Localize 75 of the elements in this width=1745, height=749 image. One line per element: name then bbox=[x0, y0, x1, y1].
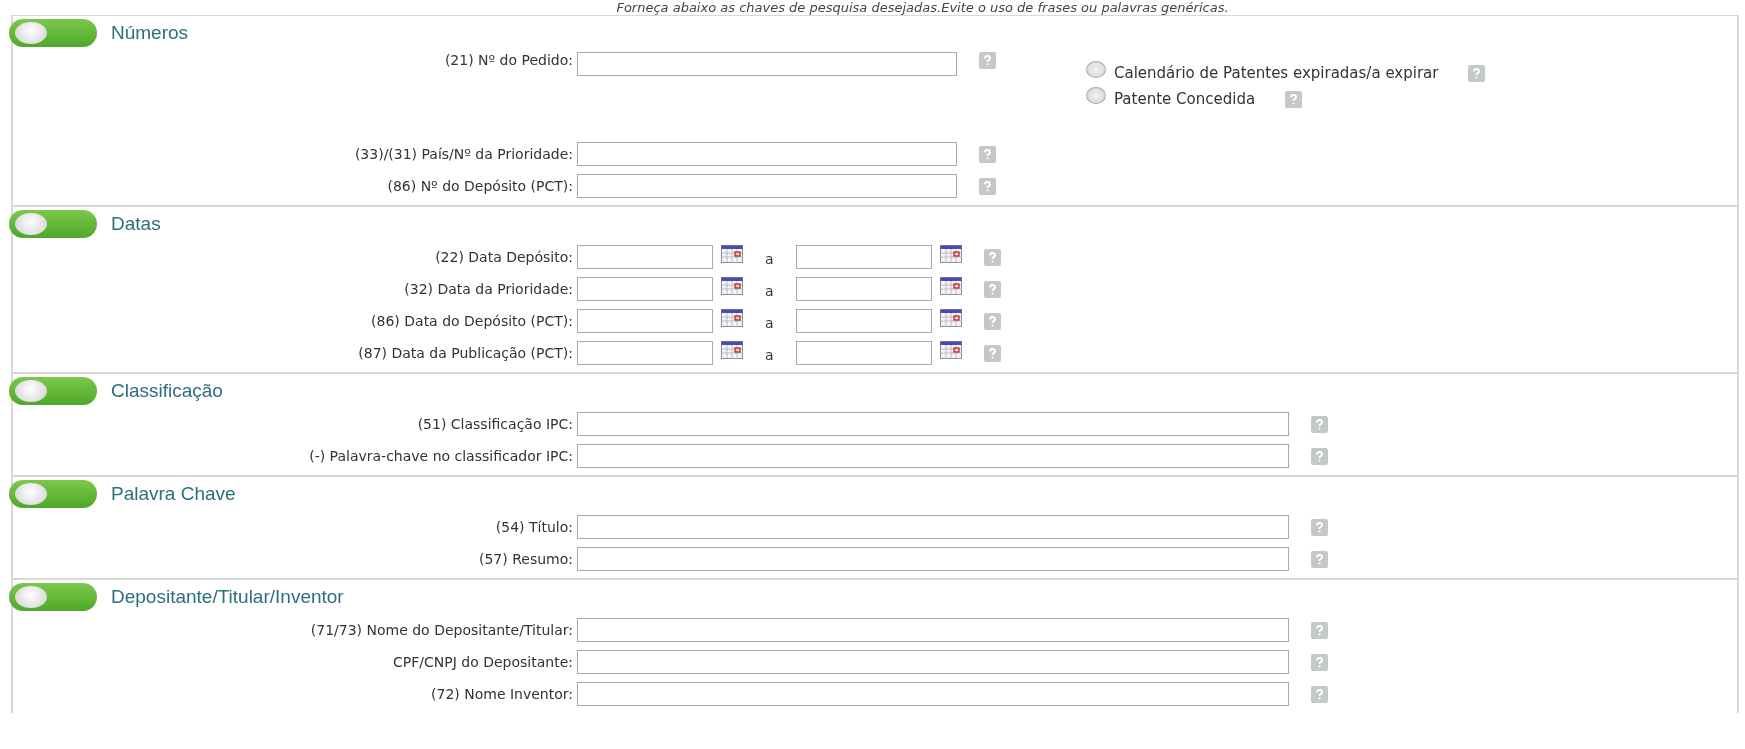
instruction-text: Forneça abaixo as chaves de pesquisa desejadas.Evite o uso de frases ou palavras genéricas. bbox=[615, 0, 1230, 15]
calendar-icon[interactable] bbox=[721, 277, 743, 295]
calendar-icon[interactable] bbox=[721, 309, 743, 327]
field-label: (57) Resumo: bbox=[478, 551, 574, 567]
help-icon[interactable] bbox=[1468, 64, 1486, 82]
help-icon[interactable] bbox=[1285, 90, 1303, 108]
radio-label: Patente Concedida bbox=[1114, 90, 1256, 108]
section-title: Palavra Chave bbox=[111, 483, 236, 505]
range-separator: a bbox=[765, 251, 774, 267]
help-icon[interactable] bbox=[1311, 653, 1328, 671]
text-field[interactable] bbox=[577, 174, 957, 198]
text-field[interactable] bbox=[577, 547, 1289, 571]
text-field[interactable] bbox=[577, 618, 1289, 642]
field-label: (32) Data da Prioridade: bbox=[403, 281, 574, 297]
field-label: (-) Palavra-chave no classificador IPC: bbox=[308, 448, 574, 464]
field-label: (86) Nº do Depósito (PCT): bbox=[386, 178, 574, 194]
field-label: (22) Data Depósito: bbox=[434, 249, 574, 265]
help-icon[interactable] bbox=[1311, 447, 1328, 465]
calendar-icon[interactable] bbox=[939, 309, 962, 327]
help-icon[interactable] bbox=[979, 177, 996, 195]
section-title: Classificação bbox=[111, 380, 223, 402]
date-field[interactable] bbox=[795, 245, 932, 269]
toggle-switch[interactable] bbox=[9, 583, 97, 611]
field-label: CPF/CNPJ do Depositante: bbox=[392, 654, 574, 670]
date-field[interactable] bbox=[577, 245, 713, 269]
help-icon[interactable] bbox=[983, 248, 1001, 266]
toggle-switch[interactable] bbox=[9, 377, 97, 405]
help-icon[interactable] bbox=[983, 344, 1001, 362]
toggle-switch[interactable] bbox=[9, 480, 97, 508]
calendar-icon[interactable] bbox=[939, 277, 962, 295]
range-separator: a bbox=[765, 283, 774, 299]
help-icon[interactable] bbox=[979, 145, 996, 163]
help-icon[interactable] bbox=[1311, 550, 1328, 568]
date-field[interactable] bbox=[577, 341, 713, 365]
date-field[interactable] bbox=[795, 309, 932, 333]
radio-label: Calendário de Patentes expiradas/a expirar bbox=[1114, 64, 1439, 82]
text-field[interactable] bbox=[577, 444, 1289, 468]
section-title: Depositante/Titular/Inventor bbox=[111, 586, 344, 608]
section-title: Datas bbox=[111, 213, 161, 235]
help-icon[interactable] bbox=[983, 312, 1001, 330]
help-icon[interactable] bbox=[1311, 415, 1328, 433]
help-icon[interactable] bbox=[1311, 621, 1328, 639]
date-field[interactable] bbox=[577, 277, 713, 301]
text-field[interactable] bbox=[577, 682, 1289, 706]
help-icon[interactable] bbox=[979, 52, 996, 69]
date-field[interactable] bbox=[795, 341, 932, 365]
help-icon[interactable] bbox=[1311, 685, 1328, 703]
range-separator: a bbox=[765, 315, 774, 331]
calendar-icon[interactable] bbox=[939, 341, 962, 359]
text-field[interactable] bbox=[577, 52, 957, 76]
field-label: (87) Data da Publicação (PCT): bbox=[357, 345, 574, 361]
field-label: (86) Data do Depósito (PCT): bbox=[370, 313, 574, 329]
text-field[interactable] bbox=[577, 650, 1289, 674]
calendar-icon[interactable] bbox=[721, 341, 743, 359]
text-field[interactable] bbox=[577, 412, 1289, 436]
help-icon[interactable] bbox=[1311, 518, 1328, 536]
help-icon[interactable] bbox=[983, 280, 1001, 298]
radio-button[interactable] bbox=[1086, 60, 1106, 78]
field-label: (21) Nº do Pedido: bbox=[443, 52, 574, 68]
radio-button[interactable] bbox=[1086, 86, 1106, 104]
calendar-icon[interactable] bbox=[939, 245, 962, 263]
text-field[interactable] bbox=[577, 142, 957, 166]
field-label: (33)/(31) País/Nº da Prioridade: bbox=[353, 146, 574, 162]
toggle-switch[interactable] bbox=[9, 210, 97, 238]
field-label: (54) Título: bbox=[494, 519, 574, 535]
field-label: (71/73) Nome do Depositante/Titular: bbox=[309, 622, 574, 638]
date-field[interactable] bbox=[795, 277, 932, 301]
field-label: (51) Classificação IPC: bbox=[416, 416, 574, 432]
text-field[interactable] bbox=[577, 515, 1289, 539]
calendar-icon[interactable] bbox=[721, 245, 743, 263]
range-separator: a bbox=[765, 347, 774, 363]
toggle-switch[interactable] bbox=[9, 19, 97, 47]
field-label: (72) Nome Inventor: bbox=[430, 686, 574, 702]
section-title: Números bbox=[111, 22, 189, 44]
date-field[interactable] bbox=[577, 309, 713, 333]
